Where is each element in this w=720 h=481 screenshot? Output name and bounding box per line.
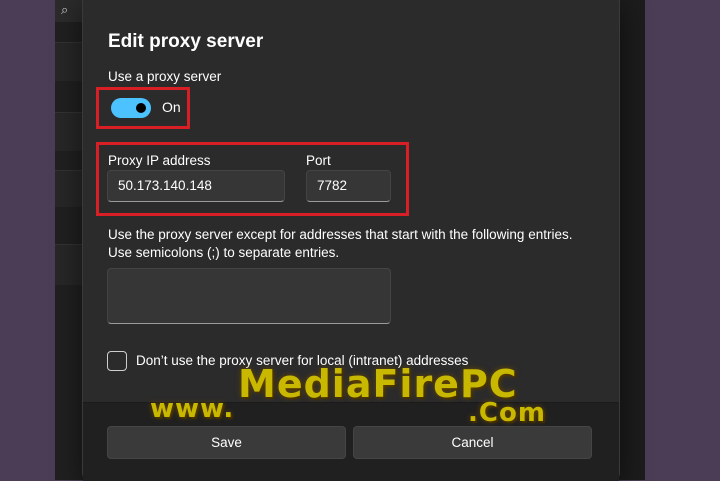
watermark-com: .Com [468,398,546,428]
cancel-button[interactable]: Cancel [353,426,592,459]
toggle-highlight-frame: On [96,87,190,129]
local-addresses-checkbox[interactable] [107,351,127,371]
search-icon: ⌕ [61,2,69,17]
proxy-ip-label: Proxy IP address [108,153,211,168]
watermark-www: www. [150,394,235,424]
toggle-state-label: On [162,99,181,115]
exceptions-textarea[interactable] [107,268,391,324]
proxy-ip-input[interactable]: 50.173.140.148 [107,170,285,202]
port-label: Port [306,153,331,168]
exceptions-description-line1: Use the proxy server except for addresse… [108,227,573,242]
toggle-knob [136,103,146,113]
use-proxy-label: Use a proxy server [108,69,222,84]
exceptions-description-line2: Use semicolons (;) to separate entries. [108,245,340,260]
port-input[interactable]: 7782 [306,170,391,202]
background-search-box: ⌕ [55,0,85,22]
save-button[interactable]: Save [107,426,346,459]
background-scroll-strip [618,0,645,480]
dialog-title: Edit proxy server [108,31,264,52]
use-proxy-toggle[interactable] [111,98,151,118]
